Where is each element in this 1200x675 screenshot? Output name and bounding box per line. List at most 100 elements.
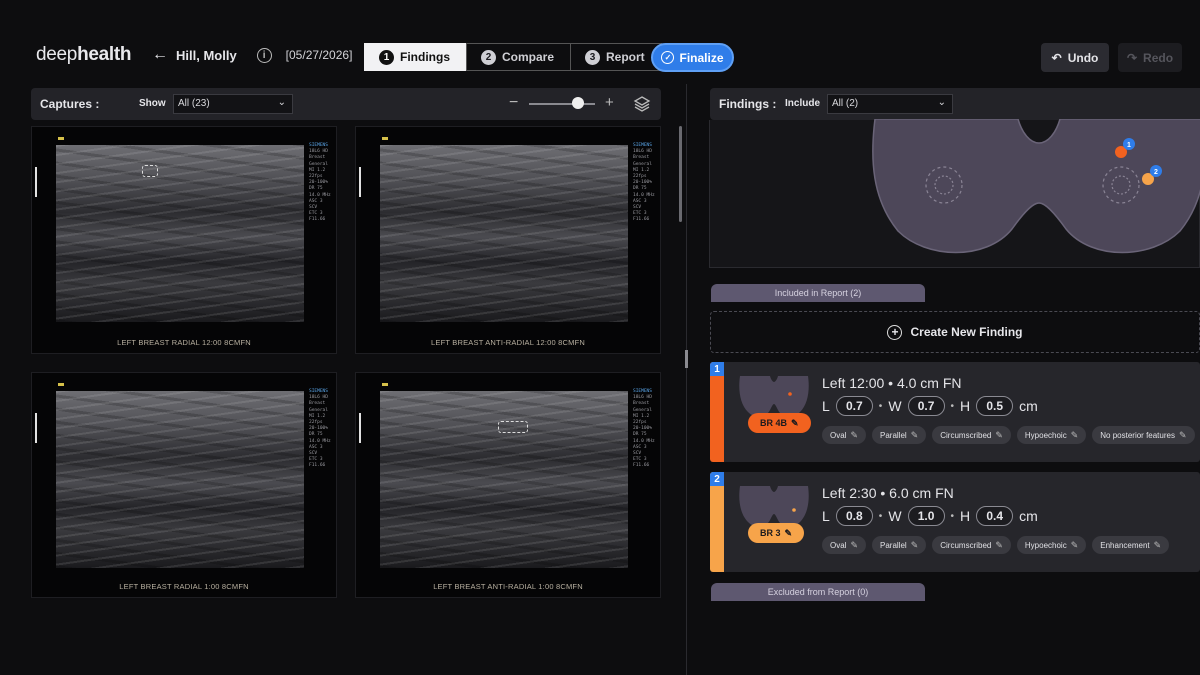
findings-toolbar: Findings : Include All (2) ⌄ <box>710 88 1200 120</box>
finalize-button[interactable]: ✓ Finalize <box>651 43 734 72</box>
show-select[interactable]: All (23) ⌄ <box>173 94 293 114</box>
depth-bar <box>35 167 37 197</box>
include-select-value: All (2) <box>832 98 859 109</box>
step-compare[interactable]: 2 Compare <box>466 43 572 71</box>
redo-icon: ↷ <box>1126 50 1138 65</box>
capture-thumbnail[interactable]: SIEMENS 18L6 HD Breast General MI 1.2 22… <box>355 372 661 598</box>
length-label: L <box>822 508 830 524</box>
width-field[interactable]: 1.0 <box>907 506 945 526</box>
zoom-slider-track[interactable] <box>529 103 595 105</box>
undo-icon: ↶ <box>1051 50 1062 65</box>
height-label: H <box>960 398 971 414</box>
finding-dimensions: L 0.8 • W 1.0 • H 0.4 cm <box>822 506 1038 526</box>
scanner-parameters: SIEMENS 18L6 HD Breast General MI 1.2 22… <box>309 389 331 469</box>
redo-button[interactable]: ↷ Redo <box>1118 43 1182 72</box>
info-icon[interactable]: i <box>256 47 272 63</box>
orientation-marker <box>382 383 388 386</box>
descriptor-tag[interactable]: No posterior features ✎ <box>1092 426 1195 444</box>
excluded-from-report-tab[interactable]: Excluded from Report (0) <box>711 583 925 601</box>
pencil-icon: ✎ <box>995 539 1003 550</box>
length-field[interactable]: 0.7 <box>835 396 873 416</box>
unit-label: cm <box>1019 508 1038 524</box>
finding-card[interactable]: 1 BR 4B ✎ Left 12:00 • 4.0 cm FN L 0.7 •… <box>710 362 1200 462</box>
zoom-out-button[interactable]: − <box>509 94 518 112</box>
width-label: W <box>888 508 902 524</box>
pencil-icon: ✎ <box>910 539 919 550</box>
unit-label: cm <box>1019 398 1038 414</box>
capture-label: LEFT BREAST ANTI-RADIAL 12:00 8CMFN <box>431 338 585 347</box>
step-number: 2 <box>481 49 496 65</box>
descriptor-tag[interactable]: Enhancement ✎ <box>1092 536 1170 554</box>
scanner-parameters: SIEMENS 18L6 HD Breast General MI 1.2 22… <box>633 389 655 469</box>
step-label: Report <box>606 50 645 64</box>
descriptor-tag[interactable]: Parallel ✎ <box>872 426 927 444</box>
ultrasound-image <box>380 391 628 568</box>
finding-number: 2 <box>710 472 724 486</box>
layers-icon[interactable] <box>633 95 651 113</box>
chevron-down-icon: ⌄ <box>937 97 946 108</box>
findings-title: Findings : <box>719 97 777 111</box>
finding-color-strip <box>710 472 724 572</box>
captures-title: Captures : <box>40 97 100 111</box>
length-field[interactable]: 0.8 <box>835 506 873 526</box>
check-circle-icon: ✓ <box>661 51 675 64</box>
show-select-value: All (23) <box>178 98 210 109</box>
include-select[interactable]: All (2) ⌄ <box>827 94 953 114</box>
panel-resize-handle[interactable] <box>685 350 688 368</box>
width-field[interactable]: 0.7 <box>907 396 945 416</box>
undo-label: Undo <box>1067 50 1099 65</box>
descriptor-tags: Oval ✎ Parallel ✎ Circumscribed ✎ Hypoechoi… <box>822 426 1195 444</box>
step-number: 3 <box>585 49 601 65</box>
step-findings[interactable]: 1 Findings <box>364 43 467 71</box>
descriptor-tag[interactable]: Parallel ✎ <box>872 536 927 554</box>
descriptor-tag[interactable]: Circumscribed ✎ <box>932 536 1011 554</box>
capture-thumbnail[interactable]: SIEMENS 18L6 HD Breast General MI 1.2 22… <box>355 126 661 354</box>
birads-badge[interactable]: BR 3 ✎ <box>748 523 805 543</box>
finding-dimensions: L 0.7 • W 0.7 • H 0.5 cm <box>822 396 1038 416</box>
captures-scrollbar[interactable] <box>679 126 682 222</box>
height-field[interactable]: 0.5 <box>976 396 1014 416</box>
scanner-parameters: SIEMENS 18L6 HD Breast General MI 1.2 22… <box>309 143 331 223</box>
step-label: Compare <box>502 50 555 64</box>
height-field[interactable]: 0.4 <box>976 506 1014 526</box>
pencil-icon: ✎ <box>995 429 1003 440</box>
deephealth-logo: deephealth <box>36 44 132 65</box>
pencil-icon: ✎ <box>850 429 858 440</box>
panel-divider <box>686 84 687 675</box>
birads-value: BR 4B <box>760 418 788 428</box>
finding-color-strip <box>710 362 724 462</box>
capture-label: LEFT BREAST RADIAL 12:00 8CMFN <box>117 338 251 347</box>
zoom-slider-handle[interactable] <box>572 97 584 109</box>
zoom-in-button[interactable]: + <box>605 94 614 111</box>
birads-value: BR 3 <box>760 528 781 538</box>
depth-bar <box>35 413 37 443</box>
back-arrow-icon[interactable]: ← <box>152 46 168 64</box>
capture-thumbnail[interactable]: SIEMENS 18L6 HD Breast General MI 1.2 22… <box>31 126 337 354</box>
step-report[interactable]: 3 Report <box>570 43 662 71</box>
descriptor-tag[interactable]: Circumscribed ✎ <box>932 426 1011 444</box>
pencil-icon: ✎ <box>791 417 799 428</box>
ultrasound-image <box>56 145 304 322</box>
create-new-finding-button[interactable]: + Create New Finding <box>710 311 1200 353</box>
descriptor-tag[interactable]: Hypoechoic ✎ <box>1016 536 1087 554</box>
birads-badge[interactable]: BR 4B ✎ <box>748 413 811 433</box>
finding-location: Left 2:30 • 6.0 cm FN <box>822 485 954 501</box>
descriptor-tag[interactable]: Oval ✎ <box>822 536 866 554</box>
include-label: Include <box>785 98 821 109</box>
descriptor-tag[interactable]: Oval ✎ <box>822 426 866 444</box>
finding-card[interactable]: 2 BR 3 ✎ Left 2:30 • 6.0 cm FN L 0.8 • W… <box>710 472 1200 572</box>
redo-label: Redo <box>1143 50 1174 65</box>
capture-thumbnail[interactable]: SIEMENS 18L6 HD Breast General MI 1.2 22… <box>31 372 337 598</box>
scanner-parameters: SIEMENS 18L6 HD Breast General MI 1.2 22… <box>633 143 655 223</box>
included-in-report-tab[interactable]: Included in Report (2) <box>711 284 925 302</box>
undo-button[interactable]: ↶ Undo <box>1041 43 1109 72</box>
breast-diagram[interactable]: 1 2 <box>870 119 1200 259</box>
descriptor-tag[interactable]: Hypoechoic ✎ <box>1016 426 1087 444</box>
ultrasound-image <box>56 391 304 568</box>
roi-marker <box>142 165 158 177</box>
depth-bar <box>359 167 361 197</box>
length-label: L <box>822 398 830 414</box>
create-finding-label: Create New Finding <box>910 325 1023 339</box>
workflow-steps: 1 Findings 2 Compare 3 Report <box>364 43 662 71</box>
breast-diagram-panel: 1 2 <box>709 119 1200 268</box>
